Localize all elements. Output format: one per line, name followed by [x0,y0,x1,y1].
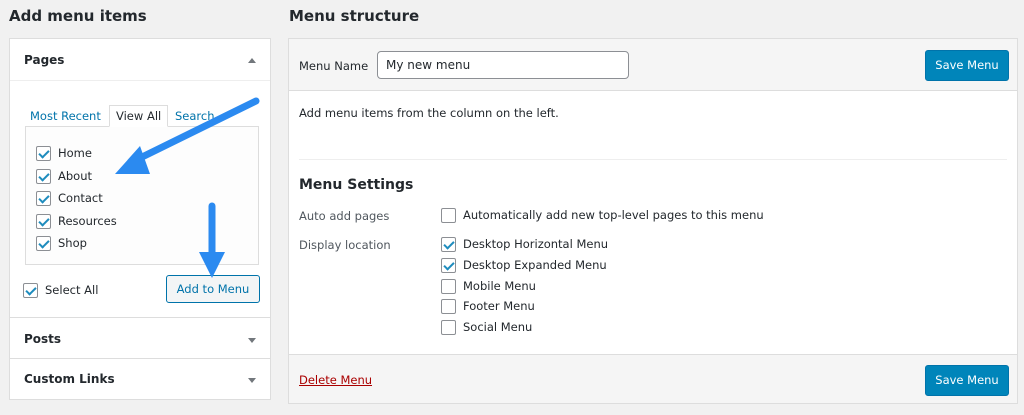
collapse-arrow-icon[interactable] [248,58,256,63]
tab-search[interactable]: Search [169,106,221,127]
menu-structure-heading: Menu structure [289,7,420,25]
add-to-menu-button[interactable]: Add to Menu [166,275,260,303]
display-location-label: Display location [299,238,391,252]
delete-menu-link[interactable]: Delete Menu [299,373,372,387]
add-menu-items-accordion: Pages Most Recent View All Search Home Ab… [9,38,271,400]
location-option-label[interactable]: Desktop Expanded Menu [463,258,607,272]
custom-links-section-title[interactable]: Custom Links [24,372,115,386]
page-option-label[interactable]: Resources [58,214,117,228]
pages-checklist: Home About Contact Resources Shop [25,126,259,265]
tab-view-all[interactable]: View All [109,105,169,127]
auto-add-checkbox[interactable] [441,208,456,223]
menu-name-label: Menu Name [299,59,369,73]
select-all-checkbox[interactable] [23,283,38,298]
custom-links-section[interactable]: Custom Links [10,359,270,400]
page-option-label[interactable]: Contact [58,191,103,205]
page-option-label[interactable]: About [58,169,92,183]
menu-structure-panel: Menu Name My new menu Save Menu Add menu… [288,38,1018,404]
page-checkbox[interactable] [36,168,51,184]
menu-header: Menu Name My new menu Save Menu [289,39,1017,91]
location-checkbox[interactable] [441,299,456,315]
location-option-label[interactable]: Social Menu [463,320,532,334]
auto-add-pages-label: Auto add pages [299,209,390,223]
save-menu-button[interactable]: Save Menu [925,50,1009,81]
posts-section-title[interactable]: Posts [24,332,61,346]
location-option-label[interactable]: Footer Menu [463,299,535,313]
page-checkbox[interactable] [36,146,51,161]
page-checkbox[interactable] [36,236,51,251]
page-option-label[interactable]: Home [58,146,92,160]
page-checkbox[interactable] [36,191,51,206]
menu-instructions: Add menu items from the column on the le… [299,106,559,120]
pages-section: Pages Most Recent View All Search Home Ab… [10,39,270,318]
location-checkbox[interactable] [441,257,456,273]
divider [299,159,1007,160]
menu-settings-title: Menu Settings [299,177,414,193]
page-checkbox[interactable] [36,213,51,229]
menu-footer: Delete Menu Save Menu [289,354,1017,403]
location-option-label[interactable]: Desktop Horizontal Menu [463,237,608,251]
save-menu-button[interactable]: Save Menu [925,365,1009,396]
location-checkbox[interactable] [441,278,456,294]
menu-name-input[interactable]: My new menu [377,51,629,79]
location-checkbox[interactable] [441,320,456,336]
posts-section[interactable]: Posts [10,319,270,359]
tab-most-recent[interactable]: Most Recent [24,106,107,127]
location-option-label[interactable]: Mobile Menu [463,279,536,293]
page-option-label[interactable]: Shop [58,236,87,250]
auto-add-option-label[interactable]: Automatically add new top-level pages to… [463,208,764,222]
expand-arrow-icon[interactable] [248,378,256,383]
add-menu-items-heading: Add menu items [9,7,147,25]
select-all-label[interactable]: Select All [45,283,98,297]
divider [10,80,270,81]
location-checkbox[interactable] [441,237,456,252]
expand-arrow-icon[interactable] [248,338,256,343]
pages-section-title[interactable]: Pages [24,53,64,67]
